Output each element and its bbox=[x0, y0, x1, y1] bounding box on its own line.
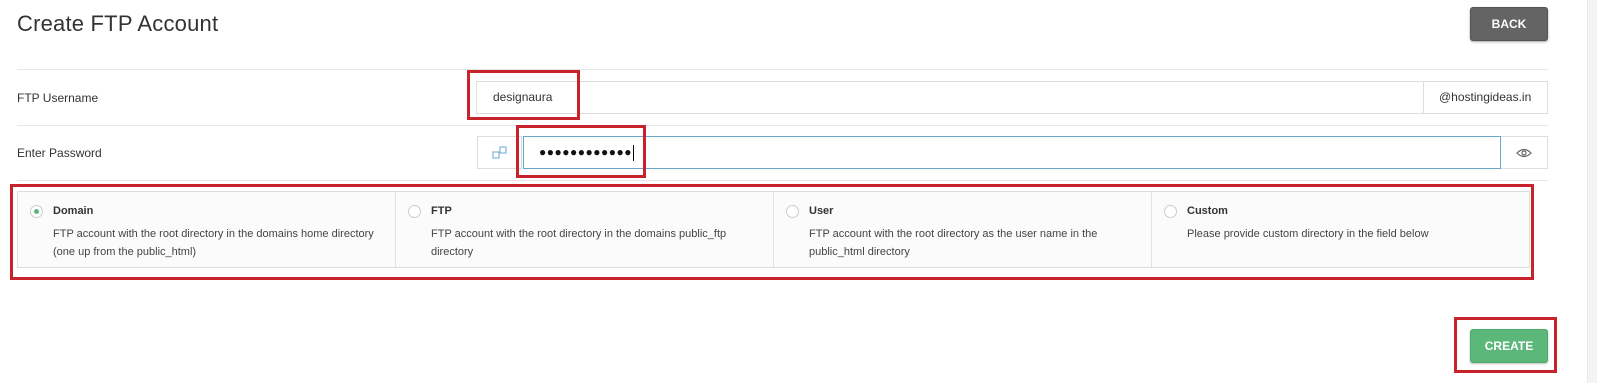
divider bbox=[17, 125, 1548, 126]
option-title: Domain bbox=[53, 205, 94, 217]
directory-options: Domain FTP account with the root directo… bbox=[17, 191, 1530, 268]
directory-option-user[interactable]: User FTP account with the root directory… bbox=[774, 192, 1152, 267]
scrollbar[interactable] bbox=[1587, 0, 1597, 383]
eye-icon bbox=[1516, 148, 1532, 157]
password-generator-button[interactable] bbox=[477, 136, 522, 169]
key-generator-icon bbox=[491, 145, 507, 159]
option-title: Custom bbox=[1187, 205, 1228, 217]
page-title: Create FTP Account bbox=[17, 11, 219, 36]
directory-option-ftp[interactable]: FTP FTP account with the root directory … bbox=[396, 192, 774, 267]
text-caret bbox=[632, 144, 634, 161]
directory-option-custom[interactable]: Custom Please provide custom directory i… bbox=[1152, 192, 1529, 267]
show-password-button[interactable] bbox=[1501, 136, 1548, 169]
radio-ftp[interactable] bbox=[408, 205, 421, 218]
create-button[interactable]: CREATE bbox=[1470, 329, 1548, 363]
domain-suffix: @hostingideas.in bbox=[1423, 81, 1548, 114]
divider bbox=[17, 69, 1548, 70]
back-button[interactable]: BACK bbox=[1470, 7, 1548, 41]
radio-user[interactable] bbox=[786, 205, 799, 218]
ftp-username-label: FTP Username bbox=[17, 91, 99, 105]
radio-domain[interactable] bbox=[30, 205, 43, 218]
password-input[interactable]: ●●●●●●●●●●●● bbox=[523, 136, 1501, 169]
option-description: FTP account with the root directory in t… bbox=[431, 228, 727, 258]
option-description: Please provide custom directory in the f… bbox=[1187, 228, 1429, 240]
option-description: FTP account with the root directory as t… bbox=[809, 228, 1098, 258]
divider bbox=[17, 180, 1548, 181]
option-title: FTP bbox=[431, 205, 452, 217]
password-masked-value: ●●●●●●●●●●●● bbox=[539, 145, 632, 159]
option-description: FTP account with the root directory in t… bbox=[53, 228, 374, 258]
password-label: Enter Password bbox=[17, 146, 102, 160]
directory-option-domain[interactable]: Domain FTP account with the root directo… bbox=[18, 192, 396, 267]
option-title: User bbox=[809, 205, 834, 217]
ftp-username-input[interactable]: designaura bbox=[476, 81, 1423, 114]
radio-custom[interactable] bbox=[1164, 205, 1177, 218]
